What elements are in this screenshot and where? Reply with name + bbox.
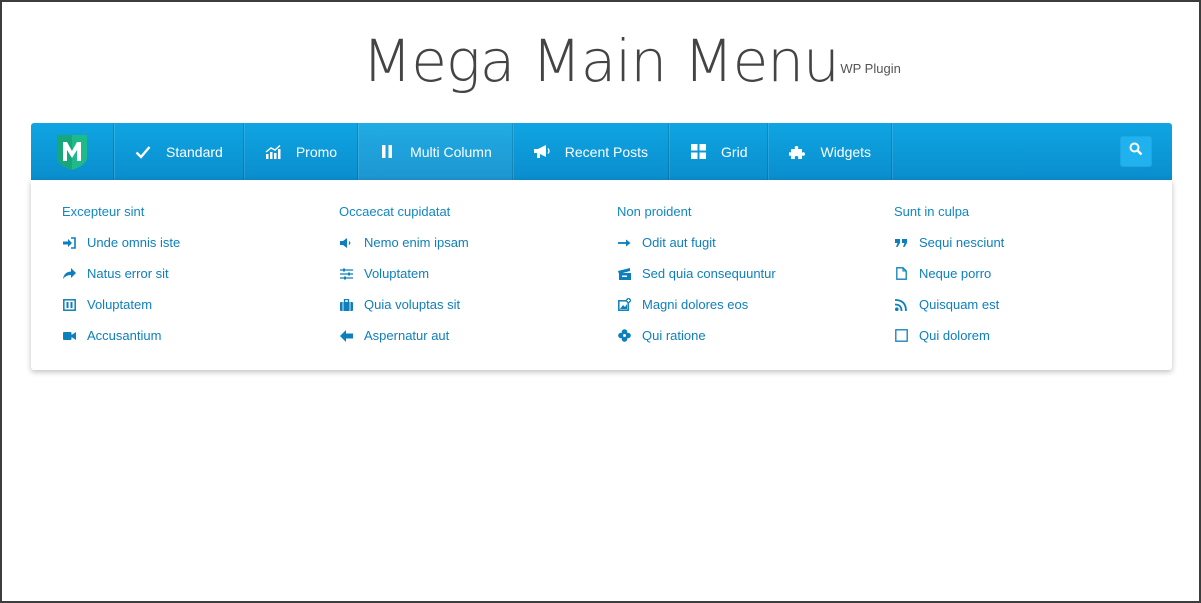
megaphone-icon	[533, 143, 551, 161]
puzzle-icon	[788, 143, 806, 161]
column-heading[interactable]: Sunt in culpa	[894, 204, 969, 219]
arrow-left-icon	[339, 329, 353, 343]
link-label: Nemo enim ipsam	[364, 235, 469, 250]
link-label: Voluptatem	[87, 297, 153, 312]
nav-item-label: Widgets	[820, 143, 872, 160]
nav-item-label: Multi Column	[410, 143, 492, 160]
nav-item-label: Grid	[721, 143, 748, 160]
page-title: Mega Main Menu WP Plugin	[362, 26, 901, 96]
column-heading[interactable]: Excepteur sint	[62, 204, 144, 219]
nav-item-label: Promo	[295, 143, 338, 160]
main-menu-bar: Standard Promo Multi Column Recent Posts…	[31, 123, 1172, 180]
nav-item-standard[interactable]: Standard	[114, 123, 244, 180]
search-icon	[1129, 142, 1143, 161]
columns-box-icon	[62, 298, 76, 312]
list-item[interactable]: Sequi nesciunt	[894, 235, 1004, 250]
volume-icon	[339, 236, 353, 250]
check-icon	[134, 143, 152, 161]
flower-icon	[617, 329, 631, 343]
link-label: Magni dolores eos	[642, 297, 749, 312]
nav-item-multi-column[interactable]: Multi Column	[358, 123, 513, 180]
link-label: Unde omnis iste	[87, 235, 181, 250]
list-item[interactable]: Magni dolores eos	[617, 297, 748, 312]
list-item[interactable]: Neque porro	[894, 266, 991, 281]
list-item[interactable]: Unde omnis iste	[62, 235, 180, 250]
sign-in-icon	[62, 236, 76, 250]
nav-item-label: Standard	[166, 143, 223, 160]
link-label: Natus error sit	[87, 266, 169, 281]
rss-icon	[894, 298, 908, 312]
link-label: Neque porro	[919, 266, 992, 281]
list-item[interactable]: Nemo enim ipsam	[339, 235, 469, 250]
nav-item-promo[interactable]: Promo	[244, 123, 359, 180]
nav-item-widgets[interactable]: Widgets	[768, 123, 893, 180]
list-item[interactable]: Quia voluptas sit	[339, 297, 460, 312]
file-icon	[894, 267, 908, 281]
list-item[interactable]: Natus error sit	[62, 266, 169, 281]
checkbox-empty-icon	[894, 329, 908, 343]
list-item[interactable]: Voluptatem	[62, 297, 152, 312]
list-item[interactable]: Voluptatem	[339, 266, 429, 281]
link-label: Sequi nesciunt	[919, 235, 1005, 250]
column-heading[interactable]: Occaecat cupidatat	[339, 204, 450, 219]
share-arrow-icon	[62, 267, 76, 281]
nav-item-grid[interactable]: Grid	[669, 123, 769, 180]
link-label: Accusantium	[87, 328, 162, 343]
long-arrow-right-icon	[617, 236, 631, 250]
link-label: Voluptatem	[364, 266, 430, 281]
briefcase-icon	[339, 298, 353, 312]
column-heading[interactable]: Non proident	[617, 204, 691, 219]
image-add-icon	[617, 298, 631, 312]
link-label: Qui ratione	[642, 328, 706, 343]
link-label: Quia voluptas sit	[364, 297, 461, 312]
link-label: Odit aut fugit	[642, 235, 716, 250]
list-item[interactable]: Aspernatur aut	[339, 328, 449, 343]
list-item[interactable]: Quisquam est	[894, 297, 999, 312]
search-button[interactable]	[1120, 136, 1152, 167]
link-label: Qui dolorem	[919, 328, 990, 343]
nav-item-recent-posts[interactable]: Recent Posts	[513, 123, 670, 180]
link-label: Aspernatur aut	[364, 328, 450, 343]
list-item[interactable]: Sed quia consequuntur	[617, 266, 776, 281]
list-item[interactable]: Accusantium	[62, 328, 161, 343]
video-camera-icon	[62, 329, 76, 343]
list-item[interactable]: Qui ratione	[617, 328, 706, 343]
m-shield-logo-icon[interactable]	[31, 123, 114, 180]
ticket-icon	[617, 267, 631, 281]
bar-chart-icon	[264, 143, 282, 161]
link-label: Sed quia consequuntur	[642, 266, 776, 281]
link-label: Quisquam est	[919, 297, 1000, 312]
nav-item-label: Recent Posts	[564, 143, 649, 160]
list-item[interactable]: Qui dolorem	[894, 328, 990, 343]
quote-icon	[894, 236, 908, 250]
sliders-icon	[339, 267, 353, 281]
multi-column-dropdown: Excepteur sint Unde omnis iste Natus err…	[31, 180, 1172, 370]
page-title-text: Mega Main Menu	[362, 27, 840, 95]
grid-icon	[689, 143, 707, 161]
plugin-badge: WP Plugin	[840, 61, 901, 76]
list-item[interactable]: Odit aut fugit	[617, 235, 716, 250]
columns-icon	[378, 143, 396, 161]
page-header: Mega Main Menu WP Plugin	[2, 26, 1199, 96]
